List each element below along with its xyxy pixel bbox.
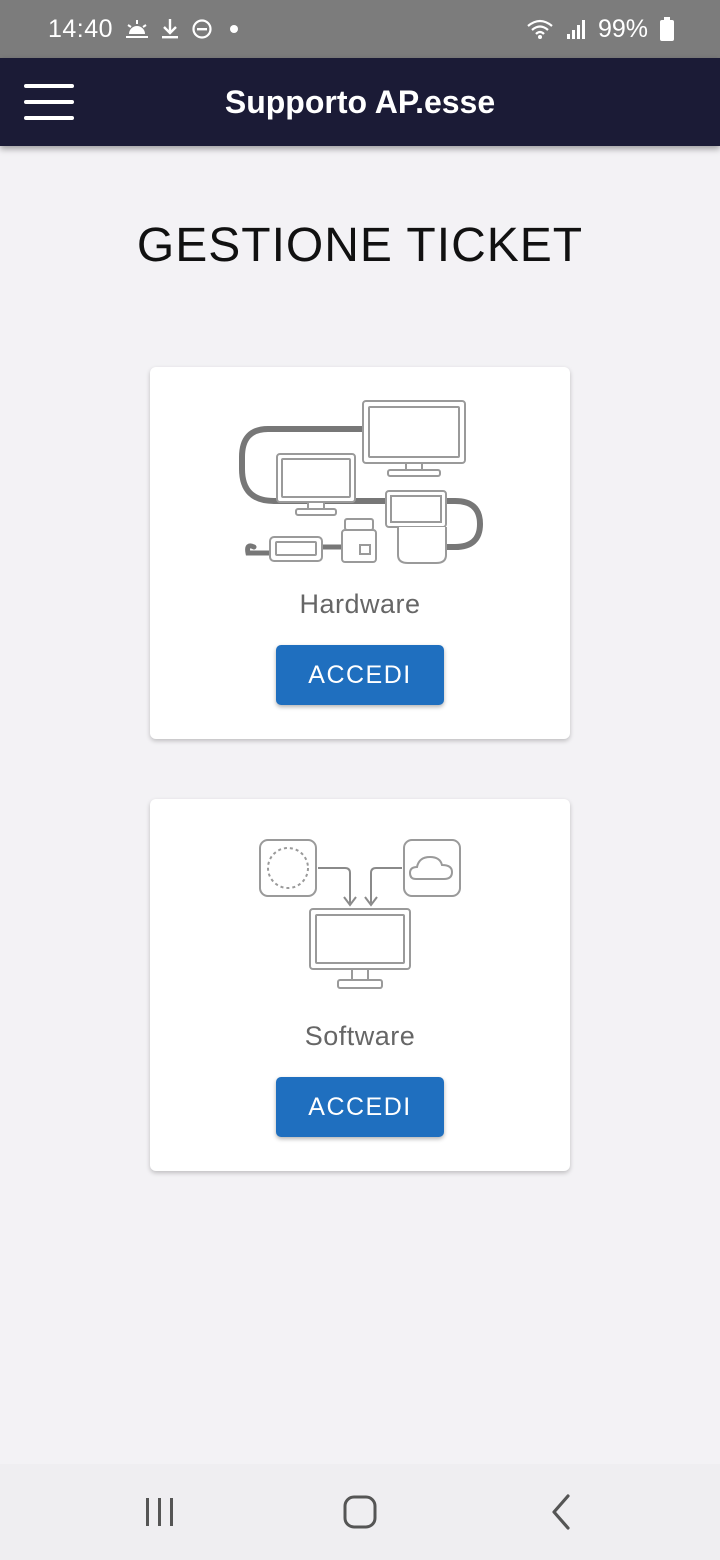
status-time: 14:40 [48, 14, 114, 43]
signal-icon [566, 18, 586, 40]
software-card: Software ACCEDI [150, 799, 570, 1171]
hardware-devices-icon [239, 400, 484, 564]
status-right: 99% [526, 15, 674, 44]
status-left: 14:40 [48, 15, 243, 44]
software-cloud-monitor-icon [259, 839, 461, 989]
wifi-icon [526, 18, 554, 40]
weather-sunrise-icon [125, 18, 149, 40]
software-accedi-button[interactable]: ACCEDI [276, 1077, 444, 1137]
hamburger-menu-icon[interactable] [24, 84, 74, 120]
do-not-disturb-icon [191, 18, 213, 40]
status-bar: 14:40 99% [0, 0, 720, 58]
hardware-card: Hardware ACCEDI [150, 367, 570, 739]
hardware-accedi-button[interactable]: ACCEDI [276, 645, 444, 705]
home-icon[interactable] [336, 1488, 384, 1536]
page-title: GESTIONE TICKET [136, 219, 584, 272]
app-title: Supporto AP.esse [224, 83, 496, 120]
navigation-bar [0, 1464, 720, 1560]
app-bar: Supporto AP.esse [0, 58, 720, 146]
battery-percent: 99% [597, 14, 648, 43]
back-icon[interactable] [538, 1488, 586, 1536]
dot-icon [225, 24, 243, 34]
card-label-software: Software [304, 1021, 416, 1051]
recent-apps-icon[interactable] [136, 1488, 184, 1536]
download-icon [161, 18, 179, 40]
battery-icon [660, 17, 674, 41]
card-label-hardware: Hardware [299, 589, 421, 619]
